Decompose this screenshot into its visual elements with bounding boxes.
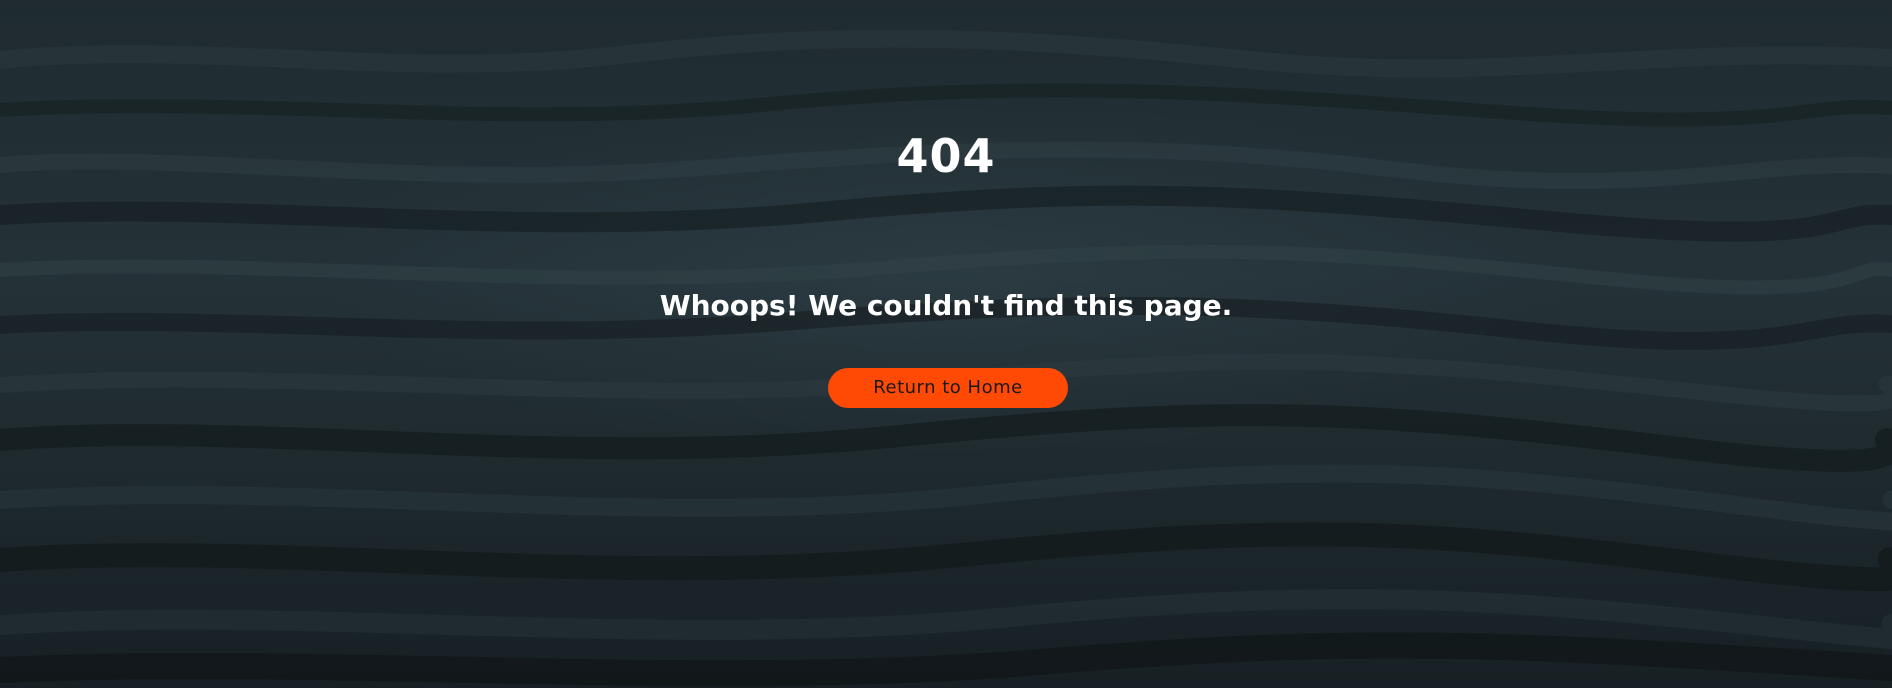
error-message: Whoops! We couldn't find this page. (659, 289, 1233, 322)
return-home-button[interactable]: Return to Home (828, 368, 1068, 408)
error-page: 404 Whoops! We couldn't find this page. … (0, 0, 1892, 688)
error-code: 404 (896, 129, 996, 183)
